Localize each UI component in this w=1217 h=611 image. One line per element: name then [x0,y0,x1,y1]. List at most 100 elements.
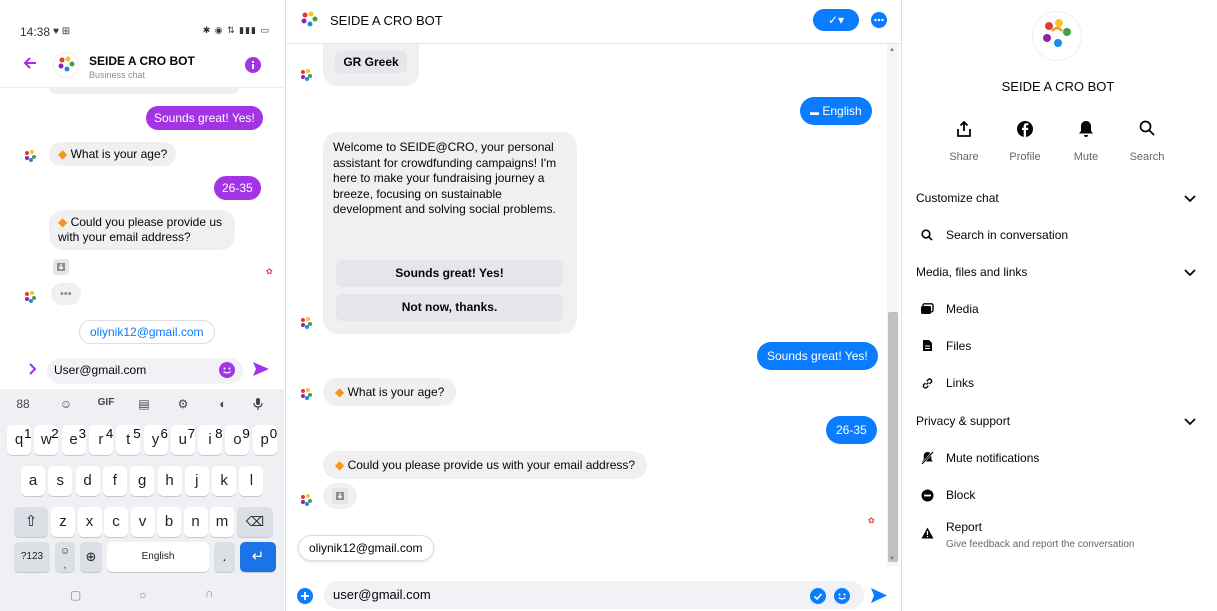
report-item[interactable]: Report [946,520,982,534]
phone-msg-email: ◆ Could you please provide us with your … [49,210,235,250]
scroll-up-icon[interactable]: ▲ [889,47,895,53]
mute-action[interactable]: Mute [1061,120,1111,163]
kb-key-d[interactable]: d [75,466,100,496]
kb-key-h[interactable]: h [157,466,182,496]
kb-palette-icon[interactable]: ◐ [213,397,233,411]
phone-message-input[interactable]: User@gmail.com [47,358,243,384]
phone-quick-reply[interactable]: oliynik12@gmail.com [79,320,215,344]
kb-mic-icon[interactable] [252,397,272,411]
kb-key-number-hint: 8 [215,426,223,441]
chat-msg-age-answer: 26-35 [826,416,877,444]
search-in-conversation-item[interactable]: Search in conversation [946,228,1068,242]
send-icon[interactable] [870,587,888,604]
kb-shift-key[interactable]: ⇧ [14,507,48,537]
download-icon[interactable] [332,488,348,504]
kb-comma-key[interactable]: ☺, [55,542,75,572]
kb-period-key[interactable]: . [214,542,235,572]
profile-label: Profile [1009,151,1041,163]
kb-sticker-icon[interactable]: ☺ [56,397,76,411]
kb-num-key[interactable]: ?123 [14,542,50,572]
kb-key-k[interactable]: k [212,466,237,496]
not-now-button[interactable]: Not now, thanks. [336,294,563,321]
bot-avatar-small [298,386,314,402]
bot-avatar[interactable] [53,52,79,78]
info-icon[interactable] [245,57,261,73]
check-circle-icon[interactable] [810,588,826,604]
kb-gif-button[interactable]: GIF [96,397,116,408]
kb-key-x[interactable]: x [77,507,102,537]
kb-backspace-key[interactable]: ⌫ [237,507,273,537]
nav-recent-button[interactable]: ▢ [70,588,81,602]
scroll-down-icon[interactable]: ▼ [889,556,895,562]
kb-key-m[interactable]: m [210,507,234,537]
profile-action[interactable]: Profile [1000,120,1050,163]
download-icon[interactable] [53,259,69,275]
kb-key-z[interactable]: z [51,507,75,537]
block-item[interactable]: Block [946,488,975,502]
kb-settings-icon[interactable]: ⚙ [173,397,193,411]
nav-home-button[interactable]: ○ [139,588,146,602]
chevron-down-icon[interactable] [1184,418,1196,426]
media-files-links-header[interactable]: Media, files and links [916,265,1027,279]
kb-globe-icon[interactable]: ⊕ [80,542,102,572]
chat-scrollbar-thumb[interactable] [888,312,898,562]
nav-back-button[interactable]: ∩ [205,586,214,600]
bot-avatar-small [298,315,314,331]
kb-key-c[interactable]: c [104,507,128,537]
search-action[interactable]: Search [1122,120,1172,163]
seen-avatar: ✿ [868,516,875,525]
back-arrow-icon[interactable] [22,55,38,71]
kb-grid-icon[interactable]: 88 [13,397,33,411]
send-icon[interactable] [252,361,270,377]
kb-key-a[interactable]: a [21,466,45,496]
kb-space-key[interactable]: English [107,542,209,572]
bot-profile-avatar[interactable] [1032,11,1082,61]
expand-chevron-icon[interactable] [28,362,38,376]
kb-key-f[interactable]: f [102,466,127,496]
sounds-great-button[interactable]: Sounds great! Yes! [336,260,563,287]
chat-header-check-button[interactable]: ✓▾ [813,9,859,31]
kb-key-n[interactable]: n [183,507,208,537]
kb-key-b[interactable]: b [157,507,181,537]
kb-key-g[interactable]: g [130,466,155,496]
chat-msg-sounds-great: Sounds great! Yes! [757,342,878,370]
files-item[interactable]: Files [946,339,971,353]
phone-msg-age-answer: 26-35 [214,176,261,200]
status-icons: ✱ ◉ ⇅ ▮▮▮ ▭ [202,25,270,35]
chat-message-input[interactable]: user@gmail.com [324,581,864,609]
mute-label: Mute [1073,151,1099,163]
kb-enter-key[interactable]: ↵ [240,542,276,572]
kb-key-number-hint: 5 [133,426,141,441]
diamond-icon: ◆ [58,215,68,229]
chat-quick-reply[interactable]: oliynik12@gmail.com [298,535,434,561]
kb-key-number-hint: 6 [160,426,168,441]
emoji-icon[interactable] [219,362,235,378]
share-action[interactable]: Share [939,120,989,163]
welcome-text: Welcome to SEIDE@CRO, your personal assi… [333,140,557,216]
profile-name: SEIDE A CRO BOT [1001,79,1115,94]
bot-avatar-small [22,289,38,305]
kb-key-l[interactable]: l [239,466,264,496]
mute-notifications-item[interactable]: Mute notifications [946,451,1039,465]
chat-header-avatar[interactable] [298,9,320,31]
links-item[interactable]: Links [946,376,974,390]
lang-greek-button[interactable]: GR Greek [335,51,407,73]
kb-key-number-hint: 1 [24,426,32,441]
emoji-icon[interactable] [834,588,850,604]
media-icon [920,303,934,315]
chevron-down-icon[interactable] [1184,269,1196,277]
kb-key-v[interactable]: v [130,507,155,537]
search-label: Search [1129,151,1165,163]
seen-avatar: ✿ [266,267,273,276]
kb-clipboard-icon[interactable]: ▤ [134,397,154,411]
kb-key-j[interactable]: j [184,466,209,496]
media-item[interactable]: Media [946,302,979,316]
kb-key-s[interactable]: s [48,466,73,496]
more-options-icon[interactable] [871,12,887,28]
chevron-down-icon[interactable] [1184,195,1196,203]
privacy-support-header[interactable]: Privacy & support [916,414,1010,428]
add-icon[interactable] [297,588,313,604]
flag-icon: ▬ [810,107,819,117]
share-label: Share [949,151,979,163]
customize-chat-header[interactable]: Customize chat [916,191,999,205]
